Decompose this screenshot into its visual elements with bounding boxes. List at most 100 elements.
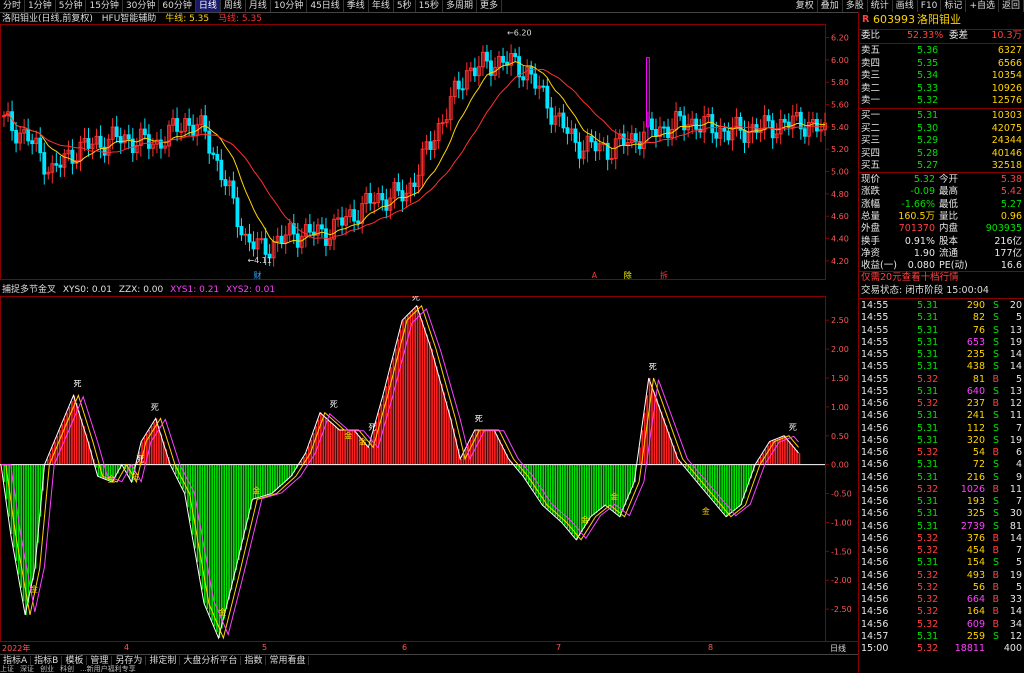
- candle: [593, 131, 598, 161]
- price-axis-label: 4.60: [831, 212, 849, 221]
- toolbar-button[interactable]: 多股: [843, 0, 868, 12]
- period-tab[interactable]: 5秒: [394, 0, 416, 12]
- toolbar-button[interactable]: 复权: [793, 0, 818, 12]
- price-frame: [0, 24, 826, 280]
- candle: [617, 129, 622, 147]
- candle: [344, 207, 348, 236]
- candles: [2, 44, 827, 267]
- candle-body: [549, 107, 554, 125]
- promo-link[interactable]: 仅需20元查看十档行情: [859, 272, 1024, 284]
- osc-bar: [494, 430, 496, 465]
- tick-volume: 81: [972, 373, 985, 385]
- indicator-name[interactable]: HFU智能辅助: [102, 14, 157, 24]
- osc-bar: [334, 425, 337, 465]
- candle: [34, 130, 39, 152]
- osc-bar: [327, 419, 329, 465]
- period-tab[interactable]: 60分钟: [159, 0, 196, 12]
- candle-body: [98, 135, 103, 148]
- tick-side: S: [992, 336, 999, 348]
- tick-side: S: [992, 300, 999, 311]
- period-tab[interactable]: 45日线: [307, 0, 344, 12]
- candle: [142, 118, 147, 140]
- candle: [18, 127, 23, 151]
- osc-axis-label: 1.50: [831, 374, 849, 383]
- candle: [464, 62, 469, 96]
- period-tab[interactable]: 5分钟: [56, 0, 87, 12]
- period-tab[interactable]: 分时: [0, 0, 26, 12]
- osc-bar: [484, 430, 487, 465]
- tick-time: 14:56: [861, 532, 889, 544]
- toolbar-button[interactable]: +自选: [966, 0, 999, 12]
- candle: [581, 140, 586, 165]
- candle: [662, 121, 666, 138]
- ask-label: 卖四: [861, 57, 881, 69]
- tick-side: B: [992, 606, 999, 618]
- osc-x2: ZZX: 0.00: [118, 285, 164, 295]
- toolbar-button[interactable]: F10: [918, 0, 942, 12]
- candle-body: [815, 118, 819, 132]
- osc-bar: [448, 409, 450, 465]
- candle-body: [565, 127, 570, 134]
- candle: [146, 124, 151, 160]
- candle: [223, 170, 228, 196]
- gold-cross-tag: 金: [581, 514, 589, 524]
- oscillator-chart[interactable]: 2.50 2.00 1.50 1.00 0.50 0.00 -0.50 -1.00 -1.50 -…: [0, 296, 858, 642]
- candlestick-chart[interactable]: 6.20 6.00 5.80 5.60 5.40 5.20 5.00 4.80 4.60 4.40…: [0, 24, 858, 280]
- tick-volume: 193: [966, 496, 985, 507]
- candle: [404, 184, 409, 208]
- candle-body: [38, 137, 43, 154]
- period-tab[interactable]: 季线: [344, 0, 369, 12]
- tick-price: 5.31: [917, 324, 939, 336]
- candle: [754, 118, 759, 140]
- period-tab[interactable]: 30分钟: [123, 0, 160, 12]
- osc-bar: [440, 383, 443, 465]
- candle-body: [259, 238, 264, 241]
- period-tab[interactable]: 更多: [477, 0, 503, 12]
- osc-title[interactable]: 捕捉多节金叉: [2, 285, 56, 295]
- tick-count: 33: [1009, 594, 1022, 605]
- tick-time: 14:55: [861, 336, 889, 348]
- osc-bar: [276, 464, 279, 490]
- tick-price: 5.31: [917, 520, 939, 532]
- period-tab[interactable]: 多周期: [443, 0, 478, 12]
- stock-name: 洛阳钼业: [917, 13, 961, 26]
- period-tab[interactable]: 15秒: [416, 0, 444, 12]
- toolbar-button[interactable]: 标记: [941, 0, 967, 12]
- period-tab[interactable]: 日线: [195, 0, 221, 12]
- osc-bar: [472, 434, 474, 465]
- candle: [553, 106, 558, 133]
- tick-volume: 290: [966, 300, 985, 311]
- candle: [102, 137, 107, 163]
- candle-body: [380, 193, 385, 201]
- osc-bar: [648, 378, 651, 465]
- osc-bar: [286, 464, 288, 481]
- candle-body: [368, 192, 373, 204]
- candle: [646, 57, 650, 142]
- osc-bar: [793, 447, 796, 465]
- period-tab[interactable]: 月线: [246, 0, 271, 12]
- gold-cross-tag: 金: [252, 486, 260, 496]
- toolbar-button[interactable]: 叠加: [818, 0, 843, 12]
- toolbar-button[interactable]: 返回: [999, 0, 1024, 12]
- candle: [811, 111, 815, 133]
- period-tab[interactable]: 年线: [369, 0, 394, 12]
- tick-price: 5.32: [917, 594, 939, 605]
- period-tab[interactable]: 10分钟: [271, 0, 308, 12]
- candle: [416, 164, 421, 194]
- osc-bar: [404, 317, 407, 465]
- period-tab[interactable]: 周线: [221, 0, 246, 12]
- toolbar-button[interactable]: 画线: [893, 0, 918, 12]
- period-label[interactable]: 日线: [830, 643, 846, 654]
- candle: [316, 218, 320, 244]
- toolbar-button[interactable]: 统计: [868, 0, 893, 12]
- tick-time: 14:55: [861, 312, 889, 324]
- osc-bar: [612, 464, 615, 511]
- ask-row: 卖四 5.35 6566: [859, 58, 1024, 70]
- tick-time: 14:57: [861, 630, 889, 642]
- period-tab[interactable]: 15分钟: [86, 0, 123, 12]
- dead-cross-tag: 死: [789, 423, 797, 432]
- ask-label: 卖三: [861, 70, 881, 81]
- osc-bar: [588, 464, 591, 521]
- period-tab[interactable]: 1分钟: [25, 0, 56, 12]
- tick-side: S: [992, 422, 999, 434]
